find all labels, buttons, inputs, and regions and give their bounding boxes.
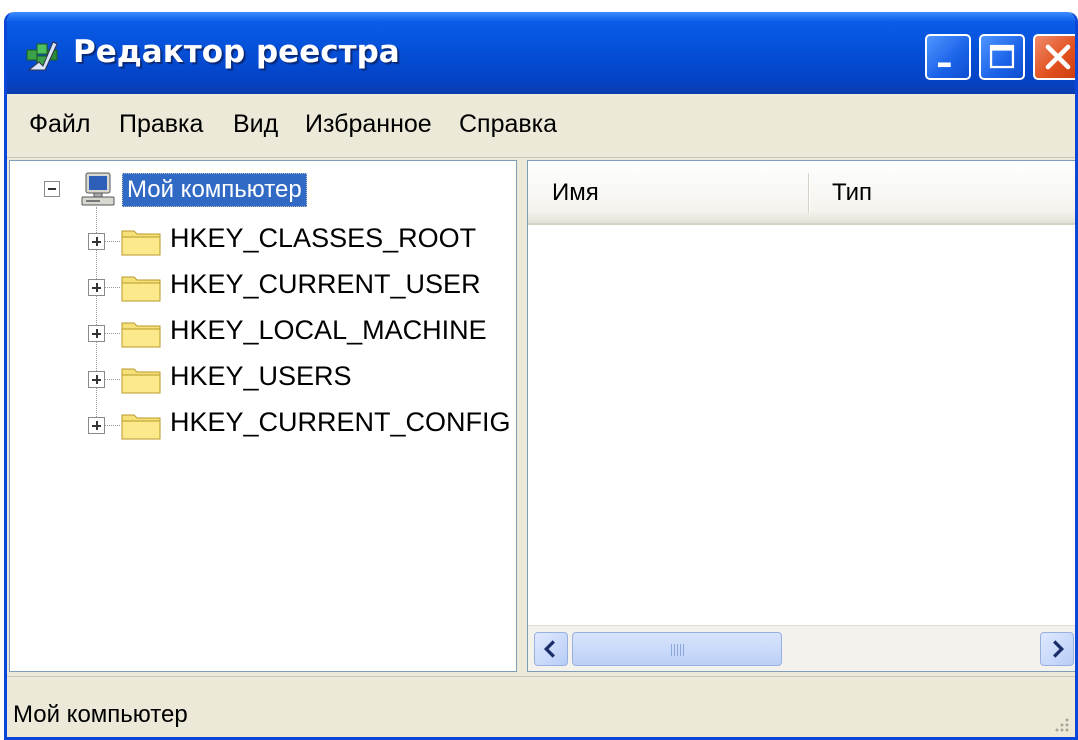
close-icon [1045,44,1071,70]
scrollbar-thumb[interactable] [572,632,782,666]
scroll-grip-icon [671,644,685,656]
tree-node-label: HKEY_CURRENT_USER [170,269,481,299]
plus-box-icon[interactable] [88,279,105,296]
horizontal-scrollbar[interactable] [528,625,1075,671]
tree-node-label: HKEY_CURRENT_CONFIG [170,407,511,437]
tree-node-hkey-local-machine[interactable]: HKEY_LOCAL_MACHINE [10,311,510,355]
menu-help[interactable]: Справка [459,110,557,139]
column-divider[interactable] [808,173,810,213]
menu-edit[interactable]: Правка [119,110,203,139]
tree-root-my-computer[interactable]: Мой компьютер [122,173,307,207]
scroll-right-button[interactable] [1040,632,1074,666]
plus-box-icon[interactable] [88,325,105,342]
folder-icon [121,230,161,256]
chevron-left-icon [543,640,555,658]
folder-icon [121,276,161,302]
tree-node-label: HKEY_LOCAL_MACHINE [170,315,487,345]
status-bar: Мой компьютер [7,676,1075,737]
column-header-name[interactable]: Имя [552,179,599,207]
resize-grip-icon[interactable] [1051,714,1071,734]
registry-editor-icon [26,41,58,71]
scroll-left-button[interactable] [534,632,568,666]
minimize-button[interactable] [925,34,971,80]
registry-tree[interactable]: Мой компьютер HKEY_CLASSES_ROOT HKEY_CUR… [9,160,517,672]
window-title: Редактор реестра [73,34,400,70]
registry-editor-window: Редактор реестра Файл Правка Вид Избранн… [4,12,1078,740]
close-button[interactable] [1033,34,1075,80]
tree-node-hkey-classes-root[interactable]: HKEY_CLASSES_ROOT [10,219,510,263]
menu-favorites[interactable]: Избранное [305,110,432,139]
plus-box-icon[interactable] [88,417,105,434]
pane-splitter[interactable] [517,160,527,672]
tree-node-label: HKEY_CLASSES_ROOT [170,223,477,253]
maximize-button[interactable] [979,34,1025,80]
folder-icon [121,368,161,394]
tree-node-hkey-current-user[interactable]: HKEY_CURRENT_USER [10,265,510,309]
tree-node-label: HKEY_USERS [170,361,352,391]
tree-node-hkey-users[interactable]: HKEY_USERS [10,357,510,401]
plus-box-icon[interactable] [88,233,105,250]
minimize-icon [937,62,951,68]
tree-node-hkey-current-config[interactable]: HKEY_CURRENT_CONFIG [10,403,511,447]
chevron-right-icon [1053,640,1065,658]
values-list[interactable]: Имя Тип [527,160,1075,672]
menu-view[interactable]: Вид [233,110,278,139]
title-bar[interactable]: Редактор реестра [7,12,1075,94]
menu-bar: Файл Правка Вид Избранное Справка [7,94,1075,158]
maximize-icon [989,44,1015,69]
folder-icon [121,414,161,440]
list-header: Имя Тип [528,161,1075,225]
computer-icon [81,172,115,206]
menu-file[interactable]: Файл [29,110,90,139]
minus-box-icon[interactable] [44,181,60,197]
folder-icon [121,322,161,348]
column-header-type[interactable]: Тип [832,179,872,207]
plus-box-icon[interactable] [88,371,105,388]
status-text: Мой компьютер [13,701,188,728]
